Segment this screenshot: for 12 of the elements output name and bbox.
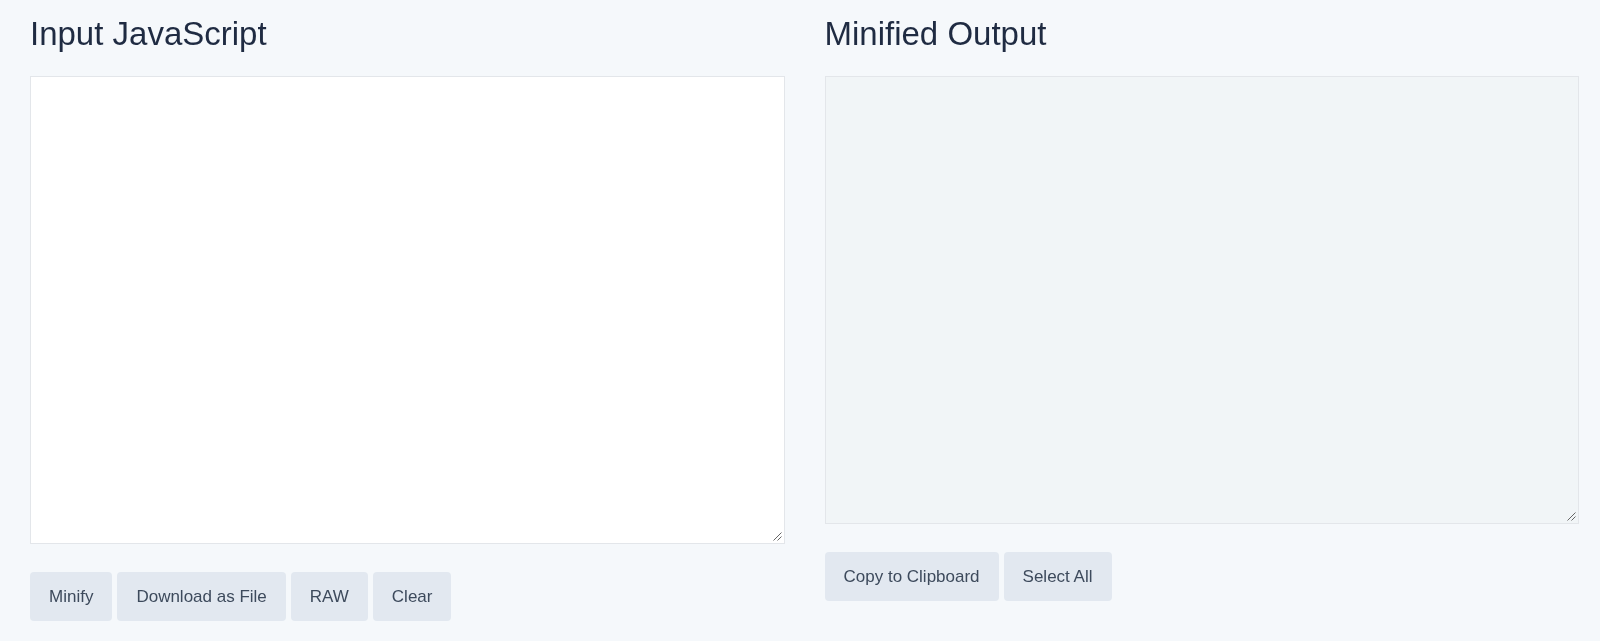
action-button[interactable]: RAW (290, 572, 368, 621)
resize-handle-icon[interactable] (772, 532, 782, 541)
panel-title: Input JavaScript (30, 14, 267, 54)
output-field[interactable] (824, 76, 1579, 524)
action-button[interactable]: Select All (1003, 552, 1112, 601)
panel-title: Minified Output (824, 14, 1047, 54)
action-button[interactable]: Clear (372, 572, 452, 621)
action-button[interactable]: Copy to Clipboard (824, 552, 999, 601)
action-button[interactable]: Download as File (117, 572, 286, 621)
resize-handle-icon[interactable] (1567, 512, 1576, 521)
action-button[interactable]: Minify (30, 572, 113, 621)
code-input-field[interactable] (30, 76, 785, 544)
